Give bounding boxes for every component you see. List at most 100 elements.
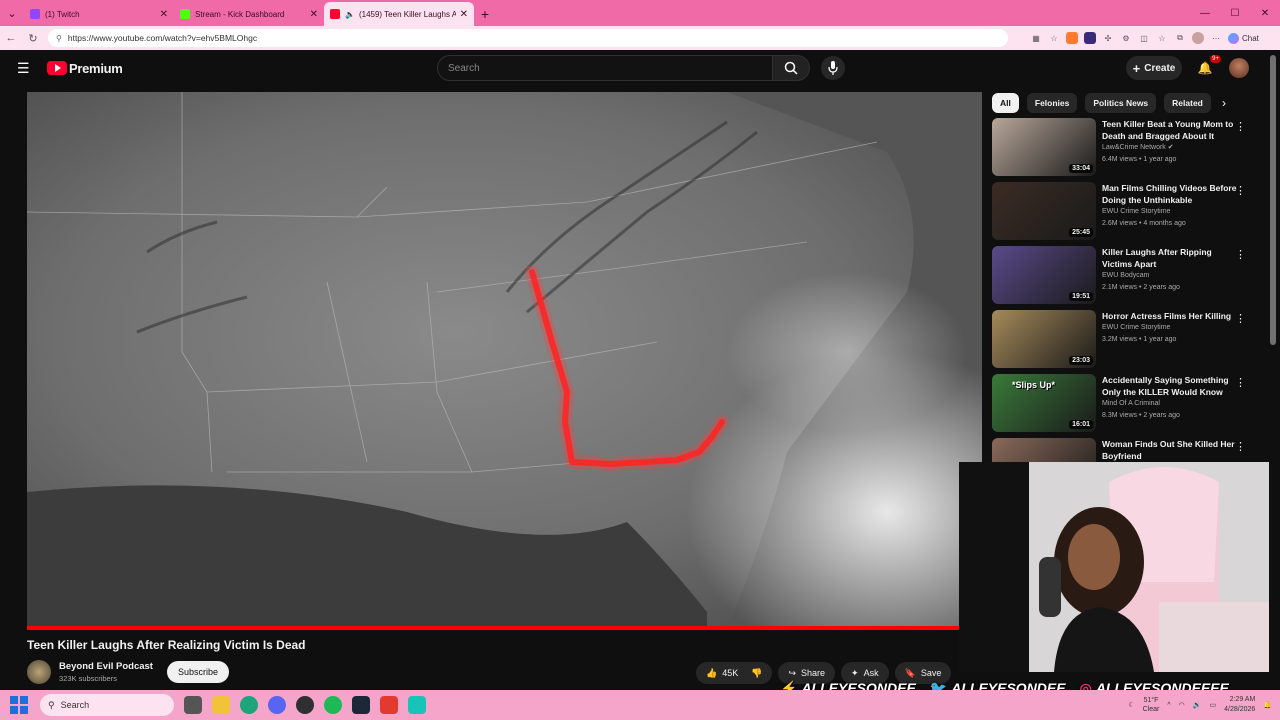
discord-icon[interactable]: [268, 696, 286, 714]
close-tab-icon[interactable]: ✕: [310, 9, 318, 20]
spotify-icon[interactable]: [324, 696, 342, 714]
video-thumbnail[interactable]: 23:03: [992, 310, 1096, 368]
menu-icon[interactable]: ☰: [17, 60, 35, 77]
tab-twitch[interactable]: (1) Twitch ✕: [24, 2, 174, 26]
video-player[interactable]: [27, 92, 982, 630]
tab-grid-icon[interactable]: ▦: [1030, 32, 1042, 44]
tab-youtube[interactable]: 🔈 (1459) Teen Killer Laughs After Realiz…: [324, 2, 474, 26]
recommendation-item[interactable]: 33:04 Teen Killer Beat a Young Mom to Dea…: [992, 118, 1252, 182]
chip-politics-news[interactable]: Politics News: [1085, 93, 1157, 113]
taskbar-search[interactable]: ⚲ Search: [40, 694, 174, 716]
recommendation-title[interactable]: Woman Finds Out She Killed Her Boyfriend: [1102, 438, 1238, 462]
chip-all[interactable]: All: [992, 93, 1019, 113]
app-icon[interactable]: [408, 696, 426, 714]
task-view-icon[interactable]: [184, 696, 202, 714]
favorites-icon[interactable]: ☆: [1156, 32, 1168, 44]
speaker-icon[interactable]: 🔈: [345, 10, 355, 19]
video-thumbnail[interactable]: 19:51: [992, 246, 1096, 304]
voice-search-button[interactable]: [821, 56, 845, 80]
account-avatar[interactable]: [1229, 58, 1249, 78]
close-window-icon[interactable]: ✕: [1250, 0, 1280, 26]
thumbs-down-icon[interactable]: 👎: [751, 668, 762, 679]
weather-moon-icon[interactable]: ☾: [1128, 701, 1134, 709]
recommendation-title[interactable]: Horror Actress Films Her Killing: [1102, 310, 1238, 322]
chevron-up-icon[interactable]: ^: [1167, 702, 1170, 709]
favorite-star-icon[interactable]: ☆: [1048, 32, 1060, 44]
recommendation-channel[interactable]: EWU Crime Storytime: [1102, 324, 1170, 331]
more-options-icon[interactable]: ⋮: [1235, 440, 1246, 453]
windows-start-icon[interactable]: [10, 696, 28, 714]
more-options-icon[interactable]: ⋮: [1235, 120, 1246, 133]
search-input[interactable]: Search: [437, 55, 773, 81]
minimize-icon[interactable]: —: [1190, 0, 1220, 26]
video-thumbnail[interactable]: *Slips Up* 16:01: [992, 374, 1096, 432]
chip-felonies[interactable]: Felonies: [1026, 93, 1078, 113]
collections-icon[interactable]: ⧉: [1174, 32, 1186, 44]
steam-icon[interactable]: [352, 696, 370, 714]
split-screen-icon[interactable]: ◫: [1138, 32, 1150, 44]
tab-list-chevron-icon[interactable]: ⌄: [0, 0, 24, 26]
streamer-webcam-image: [959, 462, 1269, 672]
close-tab-icon[interactable]: ✕: [160, 9, 168, 20]
create-button[interactable]: + Create: [1126, 56, 1182, 80]
channel-name[interactable]: Beyond Evil Podcast: [59, 661, 153, 672]
video-thumbnail[interactable]: 33:04: [992, 118, 1096, 176]
close-tab-icon[interactable]: ✕: [460, 9, 468, 20]
more-options-icon[interactable]: ⋮: [1235, 248, 1246, 261]
search-button[interactable]: [772, 55, 810, 81]
youtube-logo[interactable]: Premium: [47, 61, 123, 76]
recommendation-item[interactable]: 19:51 Killer Laughs After Ripping Victims…: [992, 246, 1252, 310]
url-field[interactable]: ⚲ https://www.youtube.com/watch?v=ehv5BM…: [48, 29, 1008, 47]
recommendation-channel[interactable]: EWU Crime Storytime: [1102, 208, 1170, 215]
settings-icon[interactable]: ⚙: [1120, 32, 1132, 44]
notifications-button[interactable]: 🔔 9+: [1195, 55, 1221, 78]
extension-icon[interactable]: [1084, 32, 1096, 44]
more-options-icon[interactable]: ⋮: [1235, 312, 1246, 325]
recommendation-item[interactable]: *Slips Up* 16:01 Accidentally Saying Somet…: [992, 374, 1252, 438]
chip-related[interactable]: Related: [1164, 93, 1211, 113]
copilot-chat-button[interactable]: Chat: [1228, 32, 1259, 44]
microphone-icon: [828, 61, 838, 75]
recommendation-channel[interactable]: Law&Crime Network: [1102, 144, 1166, 151]
search-placeholder: Search: [448, 62, 480, 74]
subscribe-button[interactable]: Subscribe: [166, 661, 230, 683]
extension-icon[interactable]: [1066, 32, 1078, 44]
chat-label: Chat: [1242, 33, 1259, 43]
maximize-icon[interactable]: ☐: [1220, 0, 1250, 26]
channel-avatar[interactable]: [27, 660, 51, 684]
recommendation-item[interactable]: 23:03 Horror Actress Films Her Killing EWU…: [992, 310, 1252, 374]
clock[interactable]: 2:29 AM 4/28/2026: [1224, 695, 1255, 715]
like-dislike-button[interactable]: 👍 45K 👎: [696, 662, 773, 684]
video-thumbnail[interactable]: 25:45: [992, 182, 1096, 240]
recommendation-channel[interactable]: EWU Bodycam: [1102, 272, 1149, 279]
recommendation-item[interactable]: 25:45 Man Films Chilling Videos Before Do…: [992, 182, 1252, 246]
puzzle-extensions-icon[interactable]: ✣: [1102, 32, 1114, 44]
thumbs-up-icon[interactable]: 👍: [706, 668, 717, 679]
file-explorer-icon[interactable]: [212, 696, 230, 714]
plus-icon: +: [1132, 60, 1141, 76]
refresh-icon[interactable]: ↻: [22, 26, 44, 50]
wifi-icon[interactable]: ◠: [1179, 701, 1185, 709]
chevron-right-icon[interactable]: ›: [1222, 96, 1226, 110]
recommendation-title[interactable]: Man Films Chilling Videos Before Doing t…: [1102, 182, 1238, 206]
obs-icon[interactable]: [296, 696, 314, 714]
volume-icon[interactable]: 🔊: [1193, 701, 1202, 709]
new-tab-icon[interactable]: +: [474, 2, 496, 26]
more-icon[interactable]: ⋯: [1210, 32, 1222, 44]
thumbnail-caption: *Slips Up*: [1012, 380, 1056, 390]
recommendation-title[interactable]: Killer Laughs After Ripping Victims Apar…: [1102, 246, 1238, 270]
back-icon[interactable]: ←: [0, 26, 22, 50]
page-scrollbar[interactable]: [1270, 55, 1276, 345]
more-options-icon[interactable]: ⋮: [1235, 376, 1246, 389]
more-options-icon[interactable]: ⋮: [1235, 184, 1246, 197]
edge-browser-icon[interactable]: [240, 696, 258, 714]
tab-kick[interactable]: Stream - Kick Dashboard ✕: [174, 2, 324, 26]
notification-center-icon[interactable]: 🔔: [1263, 701, 1272, 709]
battery-icon[interactable]: ▭: [1210, 701, 1217, 709]
recommendation-channel[interactable]: Mind Of A Criminal: [1102, 400, 1160, 407]
site-info-icon[interactable]: ⚲: [56, 34, 62, 43]
adobe-icon[interactable]: [380, 696, 398, 714]
recommendation-title[interactable]: Accidentally Saying Something Only the K…: [1102, 374, 1238, 398]
recommendation-title[interactable]: Teen Killer Beat a Young Mom to Death an…: [1102, 118, 1238, 142]
profile-icon[interactable]: [1192, 32, 1204, 44]
